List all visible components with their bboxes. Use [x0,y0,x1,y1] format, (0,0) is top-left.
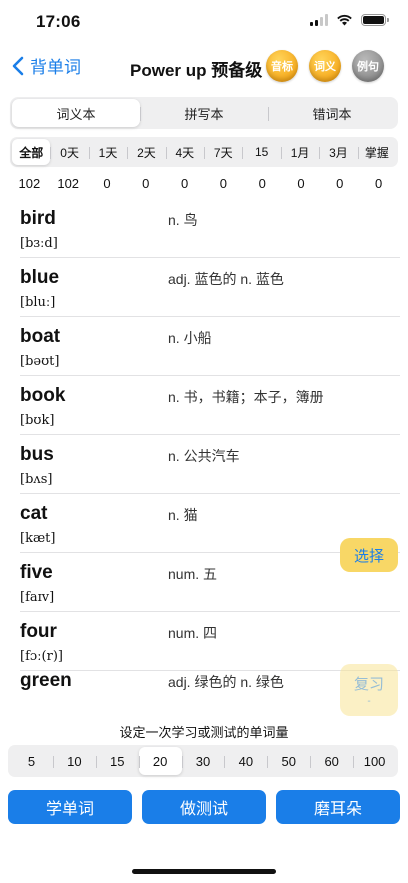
status-bar: 17:06 [0,0,408,44]
word-meaning: num. 五 [168,566,218,582]
word-text: book [20,385,66,406]
word-meaning: adj. 绿色的 n. 绿色 [168,674,284,690]
amount-option[interactable]: 30 [181,747,225,775]
review-button[interactable]: 复习 - [340,664,398,716]
battery-icon [361,14,389,26]
word-phonetic: [bʌs] [20,472,53,487]
count-all: 102 [18,176,41,191]
select-button[interactable]: 选择 [340,538,398,572]
navigation-bar: 背单词 Power up 预备级 音标 词义 例句 [0,44,408,88]
filter-15-days[interactable]: 15 [242,139,280,165]
status-time: 17:06 [36,12,81,31]
list-item[interactable]: four [fɔː(r)] num. 四 [20,612,400,671]
word-text: four [20,621,57,642]
word-text: bus [20,444,54,465]
count-0-days: 102 [57,176,80,191]
back-label: 背单词 [30,58,81,77]
word-meaning: adj. 蓝色的 n. 蓝色 [168,271,284,287]
action-buttons: 学单词 做测试 磨耳朵 [8,790,400,824]
list-item[interactable]: bus [bʌs] n. 公共汽车 [20,435,400,494]
word-phonetic: [kæt] [20,531,56,546]
list-item[interactable]: boat [bəʊt] n. 小船 [20,317,400,376]
phonetic-badge-button[interactable]: 音标 [266,50,298,82]
word-phonetic: [bɜːd] [20,236,58,251]
word-amount-selector: 5 10 15 20 30 40 50 60 100 [8,745,398,777]
amount-option-selected[interactable]: 20 [138,747,182,775]
word-text: green [20,671,72,691]
back-button[interactable]: 背单词 [12,53,81,78]
count-1-day: 0 [103,176,111,191]
word-meaning: n. 小船 [168,330,212,346]
cellular-signal-icon [310,14,328,26]
filter-3-months[interactable]: 3月 [319,139,357,165]
review-interval-filter: 全部 0天 1天 2天 4天 7天 15 1月 3月 掌握 [10,137,398,167]
word-phonetic: [faɪv] [20,590,55,605]
amount-option[interactable]: 100 [353,747,396,775]
list-item[interactable]: book [bʊk] n. 书，书籍；本子，簿册 [20,376,400,435]
filter-0-days[interactable]: 0天 [50,139,88,165]
status-icons [310,14,389,26]
count-1-month: 0 [297,176,305,191]
word-text: five [20,562,53,583]
amount-hint: 设定一次学习或测试的单词量 [119,725,289,740]
filter-4-days[interactable]: 4天 [165,139,204,165]
chevron-left-icon [12,56,24,75]
amount-option[interactable]: 60 [310,747,353,775]
amount-option[interactable]: 5 [10,747,53,775]
filter-1-day[interactable]: 1天 [88,139,127,165]
word-meaning: n. 公共汽车 [168,448,240,464]
amount-option[interactable]: 15 [95,747,139,775]
word-meaning: n. 鸟 [168,212,198,228]
word-text: bird [20,208,56,229]
tab-spelling-book[interactable]: 拼写本 [140,99,268,127]
page-title: Power up 预备级 [130,61,263,80]
meaning-badge-button[interactable]: 词义 [309,50,341,82]
amount-option[interactable]: 40 [224,747,267,775]
example-badge-button[interactable]: 例句 [352,50,384,82]
filter-counts: 102 102 0 0 0 0 0 0 0 0 [10,176,398,191]
filter-all[interactable]: 全部 [12,139,51,165]
word-text: boat [20,326,61,347]
count-2-days: 0 [142,176,150,191]
word-text: blue [20,267,60,288]
review-sub-label: - [367,696,371,707]
wifi-icon [337,14,352,26]
filter-mastered[interactable]: 掌握 [357,139,396,165]
list-item[interactable]: blue [bluː] adj. 蓝色的 n. 蓝色 [20,258,400,317]
filter-2-days[interactable]: 2天 [127,139,165,165]
word-text: cat [20,503,48,524]
word-phonetic: [bluː] [20,295,56,310]
amount-option[interactable]: 10 [52,747,96,775]
filter-1-month[interactable]: 1月 [280,139,319,165]
filter-7-days[interactable]: 7天 [204,139,242,165]
take-test-button[interactable]: 做测试 [142,790,266,824]
count-15-days: 0 [258,176,266,191]
tab-mistake-book[interactable]: 错词本 [268,99,396,127]
home-indicator[interactable] [132,869,276,874]
review-label: 复习 [353,676,384,693]
count-mastered: 0 [374,176,383,191]
count-3-months: 0 [336,176,344,191]
count-4-days: 0 [180,176,189,191]
word-phonetic: [bʊk] [20,413,55,428]
word-meaning: n. 猫 [168,507,198,523]
book-tabs: 词义本 拼写本 错词本 [10,97,398,129]
word-meaning: n. 书，书籍；本子，簿册 [168,389,324,405]
word-phonetic: [bəʊt] [20,354,60,369]
listen-practice-button[interactable]: 磨耳朵 [276,790,400,824]
word-list: bird [bɜːd] n. 鸟 blue [bluː] adj. 蓝色的 n.… [20,199,400,695]
tab-meaning-book[interactable]: 词义本 [12,99,140,127]
count-7-days: 0 [219,176,227,191]
word-meaning: num. 四 [168,625,218,641]
amount-option[interactable]: 50 [267,747,310,775]
word-phonetic: [fɔː(r)] [20,649,63,664]
list-item[interactable]: bird [bɜːd] n. 鸟 [20,199,400,258]
learn-words-button[interactable]: 学单词 [8,790,132,824]
